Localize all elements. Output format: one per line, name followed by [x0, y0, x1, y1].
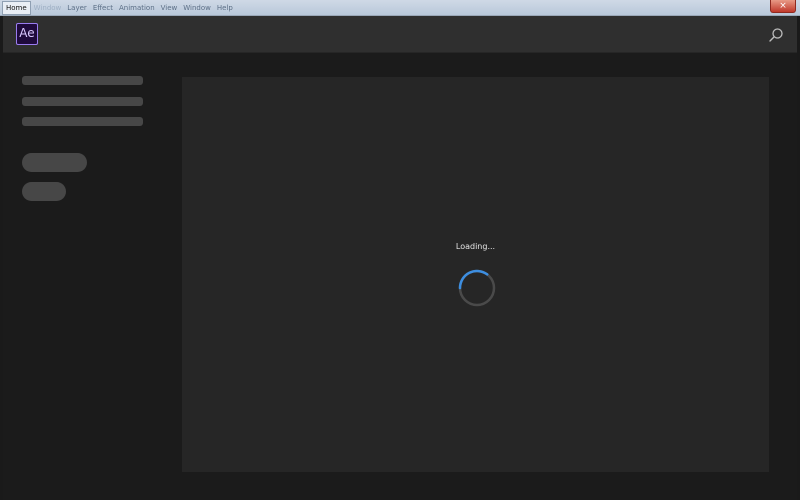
close-button[interactable]: ×: [770, 0, 796, 13]
skeleton-pill: [22, 153, 87, 172]
content-panel: Loading...: [182, 77, 769, 472]
skeleton-line: [22, 117, 143, 126]
app-logo: Ae: [16, 23, 38, 45]
skeleton-line: [22, 97, 143, 106]
menu-effect[interactable]: Effect: [90, 0, 116, 16]
loading-spinner-icon: [458, 269, 496, 307]
search-icon[interactable]: [768, 27, 784, 43]
menu-help[interactable]: Help: [214, 0, 236, 16]
menu-window-2[interactable]: Window: [180, 0, 214, 16]
app-header: Ae: [3, 16, 797, 53]
skeleton-line: [22, 76, 143, 85]
close-icon: ×: [779, 1, 787, 11]
menu-window[interactable]: Window: [31, 0, 65, 16]
menu-view[interactable]: View: [158, 0, 181, 16]
skeleton-pill: [22, 182, 66, 201]
app-frame: Ae Loading...: [3, 16, 797, 500]
loading-label: Loading...: [455, 242, 496, 251]
menu-bar: Home Window Layer Effect Animation View …: [0, 0, 236, 16]
window-title-bar: Home Window Layer Effect Animation View …: [0, 0, 800, 16]
menu-layer[interactable]: Layer: [64, 0, 90, 16]
menu-home[interactable]: Home: [2, 1, 31, 15]
menu-animation[interactable]: Animation: [116, 0, 158, 16]
